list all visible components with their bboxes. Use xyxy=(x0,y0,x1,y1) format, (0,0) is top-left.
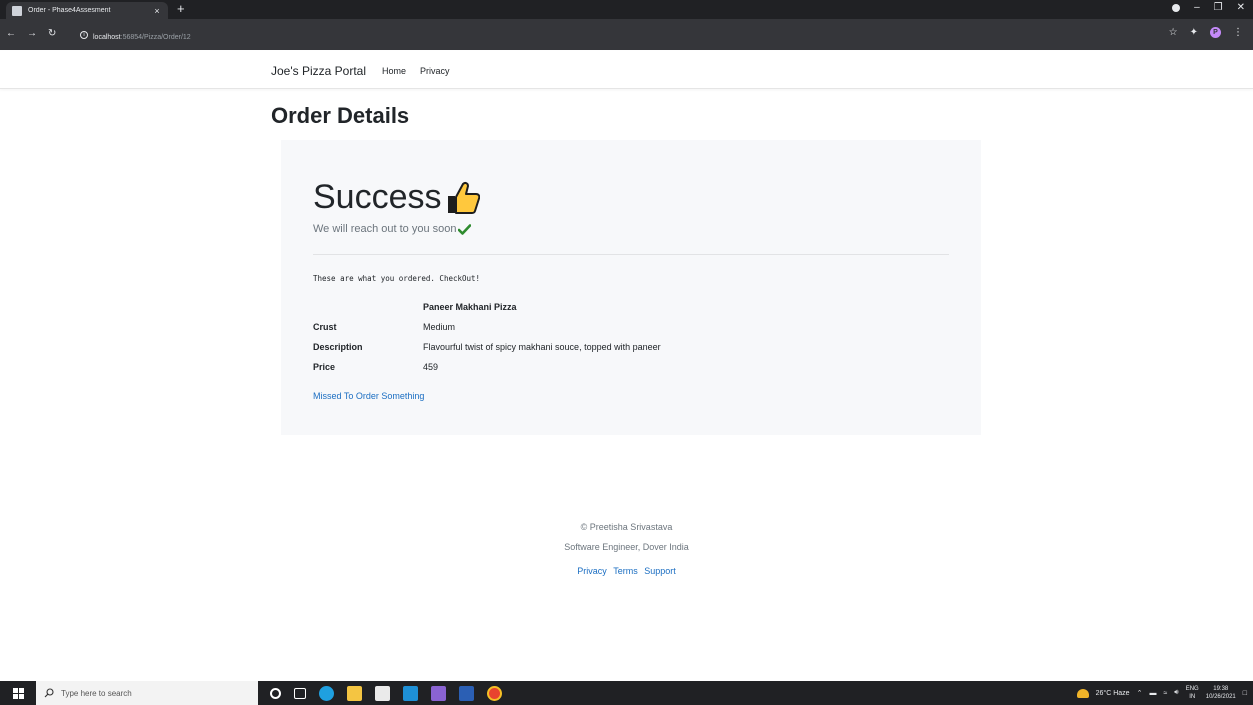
ordered-intro-text: These are what you ordered. CheckOut! xyxy=(313,274,481,283)
footer-link-privacy[interactable]: Privacy xyxy=(577,566,607,576)
clock-time: 19:38 xyxy=(1213,686,1229,692)
word-icon[interactable] xyxy=(459,685,474,701)
edge-browser-icon[interactable] xyxy=(319,685,334,701)
site-info-icon[interactable]: i xyxy=(80,31,88,39)
url-path: :56854/Pizza/Order/12 xyxy=(120,34,191,41)
footer-link-support[interactable]: Support xyxy=(644,566,676,576)
detail-value: Medium xyxy=(423,322,456,332)
mail-icon[interactable] xyxy=(403,685,418,701)
browser-tab[interactable]: Order - Phase4Assesment × xyxy=(6,2,168,19)
wifi-icon[interactable]: ≈ xyxy=(1163,690,1167,697)
footer-link-terms[interactable]: Terms xyxy=(613,566,638,576)
bookmark-star-icon[interactable]: ☆ xyxy=(1169,27,1178,38)
menu-kebab-icon[interactable]: ⋮ xyxy=(1233,27,1243,38)
start-button[interactable] xyxy=(0,681,36,705)
cortana-icon[interactable] xyxy=(270,687,281,699)
forward-arrow-icon[interactable]: → xyxy=(27,28,37,39)
clock[interactable]: 19:38 10/26/2021 xyxy=(1206,685,1236,701)
tray-chevron-up-icon[interactable]: ⌃ xyxy=(1137,689,1143,697)
extensions-puzzle-icon[interactable]: ✦ xyxy=(1190,27,1198,38)
chrome-icon[interactable] xyxy=(487,685,502,701)
checkmark-icon xyxy=(458,223,472,235)
missed-order-link[interactable]: Missed To Order Something xyxy=(313,391,424,401)
profile-avatar[interactable]: P xyxy=(1210,27,1221,38)
taskbar-search-box[interactable]: Type here to search xyxy=(36,681,258,705)
success-text: Success xyxy=(313,178,442,216)
detail-label: Price xyxy=(313,362,336,372)
search-icon xyxy=(44,688,54,698)
taskbar-apps xyxy=(270,685,502,701)
system-tray: 26°C Haze ⌃ ▬ ≈ 🔊︎ ENG IN 19:38 10/26/20… xyxy=(1076,681,1247,705)
page-favicon-icon xyxy=(12,5,22,16)
search-placeholder: Type here to search xyxy=(61,688,132,698)
weather-icon xyxy=(1076,688,1089,698)
pizza-name: Paneer Makhani Pizza xyxy=(423,302,517,312)
reach-out-text: We will reach out to you soon xyxy=(313,223,457,235)
reload-icon[interactable]: ↻ xyxy=(48,28,56,39)
visual-studio-icon[interactable] xyxy=(431,685,446,701)
browser-nav-buttons: ← → ↻ xyxy=(6,28,56,39)
page-title: Order Details xyxy=(271,103,410,128)
weather-text[interactable]: 26°C Haze xyxy=(1096,690,1130,697)
clock-date: 10/26/2021 xyxy=(1205,694,1236,700)
detail-value: Flavourful twist of spicy makhani souce,… xyxy=(423,342,661,352)
footer-role: Software Engineer, Dover India xyxy=(564,542,689,552)
task-view-icon[interactable] xyxy=(294,687,306,699)
order-success-panel: Success We will reach out to you soon Th… xyxy=(281,140,981,435)
footer-links: Privacy Terms Support xyxy=(0,566,1253,576)
notifications-icon[interactable]: □ xyxy=(1243,690,1247,697)
site-navbar: Joe's Pizza Portal Home Privacy xyxy=(0,51,1253,89)
detail-row-crust: Crust Medium xyxy=(313,317,661,337)
new-tab-button[interactable]: + xyxy=(177,2,185,16)
browser-toolbar: ← → ↻ i localhost:56854/Pizza/Order/12 ☆… xyxy=(0,19,1253,50)
site-brand-link[interactable]: Joe's Pizza Portal xyxy=(271,64,366,78)
volume-icon[interactable]: 🔊︎ xyxy=(1174,689,1178,697)
battery-icon[interactable]: ▬ xyxy=(1149,690,1156,697)
detail-row-price: Price 459 xyxy=(313,357,661,377)
detail-label: Description xyxy=(313,342,363,352)
nav-link-privacy[interactable]: Privacy xyxy=(420,66,450,76)
thumbs-up-icon xyxy=(447,181,480,214)
store-icon[interactable] xyxy=(375,685,390,701)
close-window-icon[interactable]: ✕ xyxy=(1237,2,1245,13)
restore-icon[interactable]: ❐ xyxy=(1214,2,1223,13)
detail-row-description: Description Flavourful twist of spicy ma… xyxy=(313,337,661,357)
reach-out-message: We will reach out to you soon xyxy=(313,223,472,235)
browser-tab-strip: Order - Phase4Assesment × + – ❐ ✕ xyxy=(0,0,1253,19)
window-controls: – ❐ ✕ xyxy=(1172,2,1245,13)
minimize-icon[interactable]: – xyxy=(1194,2,1200,13)
browser-toolbar-right: ☆ ✦ P ⋮ xyxy=(1169,27,1243,38)
file-explorer-icon[interactable] xyxy=(347,685,362,701)
tab-title: Order - Phase4Assesment xyxy=(28,7,111,14)
detail-row-item: Paneer Makhani Pizza xyxy=(313,297,661,317)
record-indicator-icon xyxy=(1172,3,1181,12)
detail-value: 459 xyxy=(423,362,439,372)
windows-logo-icon xyxy=(12,687,24,699)
order-details-list: Paneer Makhani Pizza Crust Medium Descri… xyxy=(313,297,661,377)
windows-taskbar: Type here to search 26°C Haze ⌃ ▬ ≈ 🔊︎ E… xyxy=(0,681,1253,705)
detail-label: Crust xyxy=(313,322,337,332)
screen: Order - Phase4Assesment × + – ❐ ✕ ← → ↻ … xyxy=(0,0,1253,705)
success-heading: Success xyxy=(313,178,480,217)
footer-copyright: © Preetisha Srivastava xyxy=(580,522,673,532)
divider xyxy=(313,254,949,255)
tab-close-icon[interactable]: × xyxy=(152,6,162,16)
nav-link-home[interactable]: Home xyxy=(382,66,406,76)
address-bar[interactable]: i localhost:56854/Pizza/Order/12 xyxy=(80,28,191,42)
back-arrow-icon[interactable]: ← xyxy=(6,28,16,39)
url-host: localhost xyxy=(93,34,121,41)
language-indicator[interactable]: ENG IN xyxy=(1186,685,1199,701)
